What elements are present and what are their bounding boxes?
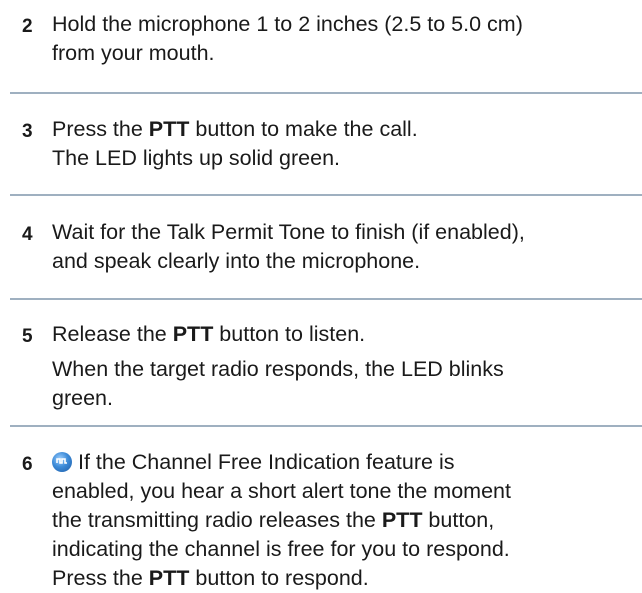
step-line: Release the PTT button to listen. [52,322,366,346]
step-text: If the Channel Free Indication feature i… [52,448,636,593]
step-text: Wait for the Talk Permit Tone to finish … [52,218,636,276]
step-line: from your mouth. [52,41,215,65]
step-line: Wait for the Talk Permit Tone to finish … [52,220,525,244]
step-line: Press the PTT button to respond. [52,566,369,590]
ptt-label: PTT [172,322,214,346]
step-line: When the target radio responds, the LED … [52,357,504,381]
step-line: The LED lights up solid green. [52,146,341,170]
step-number: 5 [22,326,33,347]
divider [10,425,642,427]
ptt-label: PTT [381,508,423,532]
step-line: If the Channel Free Indication feature i… [52,448,636,477]
step-number: 3 [22,121,33,142]
step-line: green. [52,386,113,410]
step-text: Release the PTT button to listen. When t… [52,320,636,413]
step-text: Press the PTT button to make the call. T… [52,115,636,173]
divider [10,298,642,300]
step-line: and speak clearly into the microphone. [52,249,421,273]
feature-indicator-icon [52,452,72,472]
ptt-label: PTT [148,117,190,141]
step-line: Press the PTT button to make the call. [52,117,418,141]
step-number: 2 [22,16,33,37]
divider [10,194,642,196]
step-number: 6 [22,454,33,475]
step-number: 4 [22,224,33,245]
divider [10,92,642,94]
ptt-label: PTT [148,566,190,590]
step-line: indicating the channel is free for you t… [52,537,510,561]
step-text: Hold the microphone 1 to 2 inches (2.5 t… [52,10,636,68]
step-line: enabled, you hear a short alert tone the… [52,479,511,503]
step-line: the transmitting radio releases the PTT … [52,508,495,532]
step-line: Hold the microphone 1 to 2 inches (2.5 t… [52,12,523,36]
